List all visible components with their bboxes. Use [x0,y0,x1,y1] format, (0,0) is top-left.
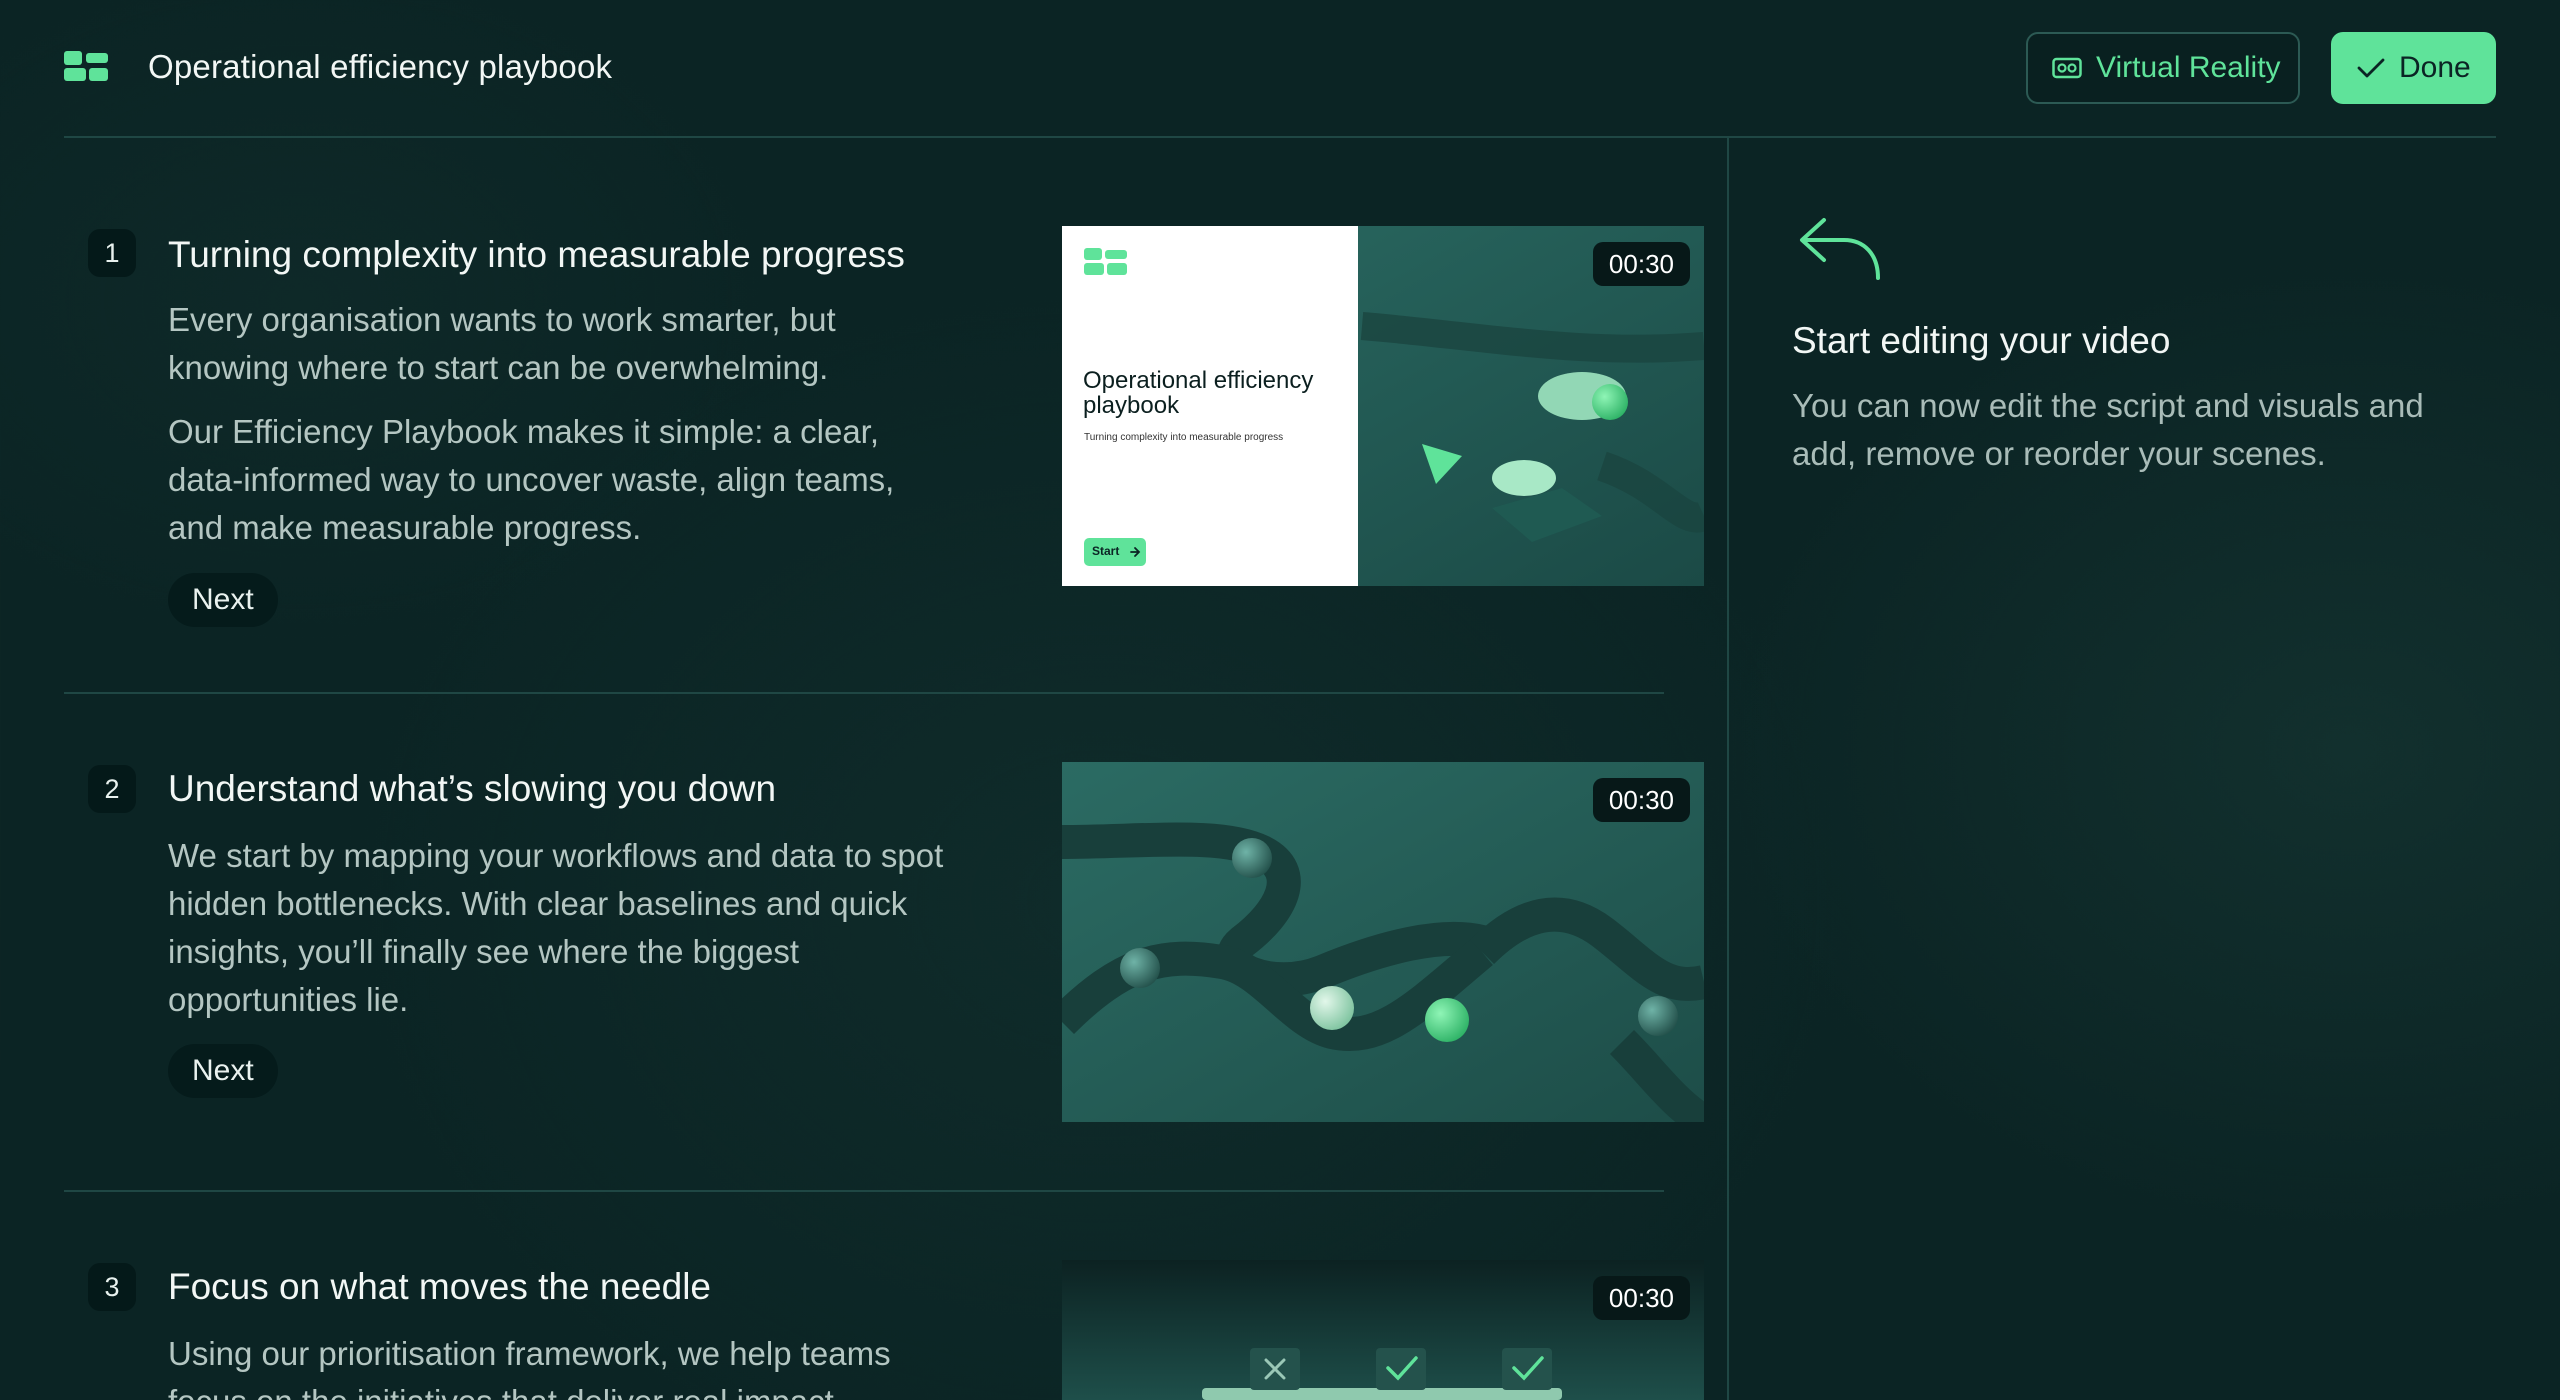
app-logo-icon [64,51,108,81]
done-label: Done [2399,51,2471,84]
next-button[interactable]: Next [168,573,278,627]
duration-badge: 00:30 [1592,242,1690,286]
page-title: Operational efficiency playbook [148,48,613,85]
vr-headset-icon [2052,57,2082,79]
scene-divider [64,692,1664,694]
scene-paragraph[interactable]: Using our prioritisation framework, we h… [168,1330,958,1400]
app-header: Operational efficiency playbook Virtual … [0,0,2560,136]
duration-badge: 00:30 [1592,1276,1690,1320]
scene-title[interactable]: Focus on what moves the needle [168,1266,711,1308]
hint-text: You can now edit the script and visuals … [1792,387,2424,472]
check-icon [2357,58,2385,78]
scene-number: 1 [88,229,136,277]
reply-arrow-icon [1800,218,1880,280]
hint-title: Start editing your video [1792,320,2171,361]
done-button[interactable]: Done [2331,32,2496,104]
scene-number: 2 [88,765,136,813]
scene-paragraph[interactable]: We start by mapping your workflows and d… [168,832,958,1024]
scene-thumbnail[interactable]: 00:30 [1062,1260,1704,1400]
duration-badge: 00:30 [1592,778,1690,822]
x-box-icon [1250,1348,1300,1390]
scene-title[interactable]: Understand what’s slowing you down [168,768,776,810]
card-title: Operational efficiency playbook [1083,367,1314,419]
scene-number: 3 [88,1263,136,1311]
scene-2: 2 Understand what’s slowing you down We … [64,760,1704,1160]
panel-divider [1727,138,1729,1400]
scene-divider [64,1190,1664,1192]
scene-thumbnail[interactable]: 00:30 [1062,762,1704,1122]
card-subtitle: Turning complexity into measurable progr… [1084,432,1284,443]
scene-3: 3 Focus on what moves the needle Using o… [64,1258,1704,1400]
virtual-reality-label: Virtual Reality [2096,51,2281,84]
scene-thumbnail[interactable]: Operational efficiency playbook Turning … [1062,226,1704,586]
virtual-reality-button[interactable]: Virtual Reality [2026,32,2300,104]
scene-paragraph[interactable]: Every organisation wants to work smarter… [168,296,958,392]
scene-1: 1 Turning complexity into measurable pro… [64,224,1704,644]
scene-script[interactable]: Using our prioritisation framework, we h… [168,1330,958,1400]
scene-script[interactable]: We start by mapping your workflows and d… [168,832,958,1024]
check-box-icon [1502,1348,1552,1390]
scene-script[interactable]: Every organisation wants to work smarter… [168,296,958,552]
card-start-label: Start [1092,544,1120,558]
scene-paragraph[interactable]: Our Efficiency Playbook makes it simple:… [168,408,958,552]
next-button[interactable]: Next [168,1044,278,1098]
header-divider [64,136,2496,138]
scene-title[interactable]: Turning complexity into measurable progr… [168,234,905,276]
check-box-icon [1376,1348,1426,1390]
